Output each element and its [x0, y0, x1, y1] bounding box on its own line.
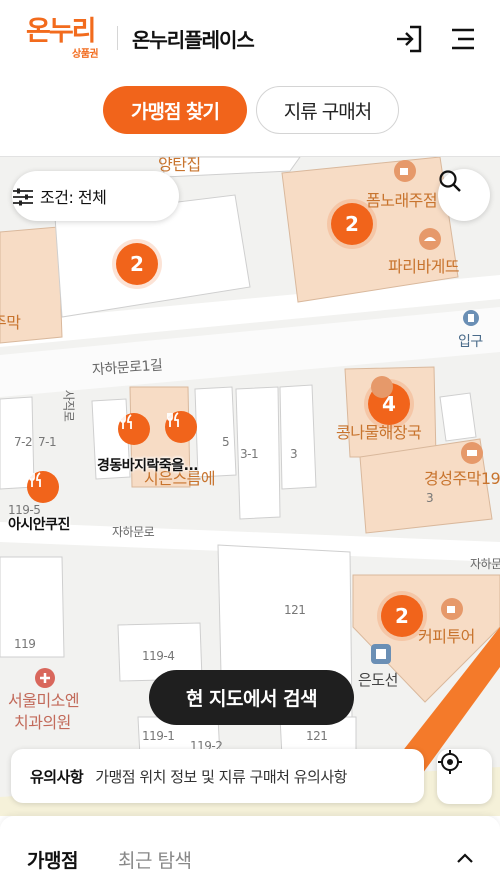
building-number: 121: [284, 603, 306, 617]
merchant-cluster-marker[interactable]: 2: [116, 243, 158, 285]
map-label-paris: 파리바게뜨: [388, 257, 460, 276]
onnuri-logo[interactable]: 온누리 상품권: [26, 16, 114, 61]
search-icon: [439, 170, 461, 192]
map-view[interactable]: 양탄집 폼노래주점 파리바게뜨 주막 입구 자하문로1길 사직로 콩나물해장국 …: [0, 156, 500, 816]
filter-condition-button[interactable]: 조건: 전체: [12, 171, 179, 221]
subway-exit-icon: [463, 310, 479, 326]
current-location-button[interactable]: [437, 749, 492, 804]
tab-find-merchant[interactable]: 가맹점 찾기: [103, 86, 247, 134]
app-header: 온누리 상품권 온누리플레이스: [0, 0, 500, 76]
map-label-entrance: 입구: [458, 334, 483, 350]
tab-paper-voucher-seller[interactable]: 지류 구매처: [256, 86, 399, 134]
fork-knife-icon: [167, 412, 179, 427]
cafe-icon: [394, 160, 416, 182]
page-title: 온누리플레이스: [132, 28, 255, 52]
bottom-sheet[interactable]: 가맹점 최근 탐색: [0, 816, 500, 882]
bakery-icon: [419, 228, 441, 250]
header-divider: [117, 26, 118, 50]
restaurant-pin[interactable]: [165, 411, 197, 443]
map-label-road-jahamunro-right: 자하문: [470, 557, 500, 571]
chevron-up-icon[interactable]: [452, 846, 478, 872]
building-number: 7-1: [38, 435, 57, 449]
map-label-coffee: 커피투어: [418, 627, 475, 646]
search-this-area-button[interactable]: 현 지도에서 검색: [149, 670, 354, 725]
crosshair-icon: [438, 750, 462, 774]
restaurant-pin[interactable]: [27, 471, 59, 503]
building-number: 121: [306, 729, 328, 743]
fork-knife-icon: [29, 472, 41, 487]
notice-label: 유의사항: [30, 767, 84, 786]
cafe-icon: [441, 598, 463, 620]
map-label-road-sajikro: 사직로: [61, 389, 76, 422]
map-label-road-jahamunro: 자하문로: [112, 525, 155, 539]
map-search-button[interactable]: [438, 169, 490, 221]
restaurant-icon: [371, 376, 393, 398]
map-label-yangtanjip: 양탄집: [158, 156, 201, 174]
restaurant-icon: [461, 442, 483, 464]
login-button[interactable]: [392, 22, 426, 56]
hospital-icon: [35, 668, 55, 688]
building-number: 119-4: [142, 649, 175, 663]
map-label-makgeolli: 주막: [0, 313, 21, 332]
notice-bar[interactable]: 유의사항 가맹점 위치 정보 및 지류 구매처 유의사항: [11, 749, 424, 803]
notice-text: 가맹점 위치 정보 및 지류 구매처 유의사항: [95, 767, 347, 786]
restaurant-pin[interactable]: [118, 413, 150, 445]
filter-sliders-icon: [13, 188, 33, 206]
logo-sub-text: 상품권: [72, 49, 99, 60]
building-number: 5: [222, 435, 230, 449]
login-icon: [397, 25, 422, 53]
menu-button[interactable]: [446, 22, 480, 56]
menu-icon: [452, 28, 474, 50]
sheet-tab-recent[interactable]: 최근 탐색: [118, 846, 192, 873]
map-label-eundoseon: 은도선: [358, 671, 398, 689]
poi-label-asian-cuisine: 아시안쿠진: [8, 517, 70, 533]
building-number: 3-1: [240, 447, 259, 461]
building-number: 119: [14, 637, 36, 651]
building-number: 3: [290, 447, 298, 461]
search-mode-tabs: 가맹점 찾기 지류 구매처: [0, 76, 500, 156]
map-label-dental-2: 치과의원: [14, 713, 71, 732]
map-label-dental-1: 서울미소엔: [8, 691, 80, 710]
building-number: 3: [426, 491, 434, 505]
building-number: 7-2: [14, 435, 33, 449]
bank-icon: [371, 644, 391, 664]
fork-knife-icon: [120, 414, 132, 429]
filter-condition-label: 조건: 전체: [40, 188, 107, 207]
merchant-cluster-marker[interactable]: 2: [381, 595, 423, 637]
building-number: 119-1: [142, 729, 175, 743]
map-label-pomnorae: 폼노래주점: [366, 191, 438, 210]
logo-main-text: 온누리: [26, 16, 97, 47]
map-label-gyeongseong: 경성주막19: [424, 469, 500, 488]
merchant-cluster-marker[interactable]: 2: [331, 203, 373, 245]
sheet-tab-merchant[interactable]: 가맹점: [27, 846, 78, 873]
poi-label-gyeongdong: 경동바지락죽을...: [97, 458, 199, 474]
